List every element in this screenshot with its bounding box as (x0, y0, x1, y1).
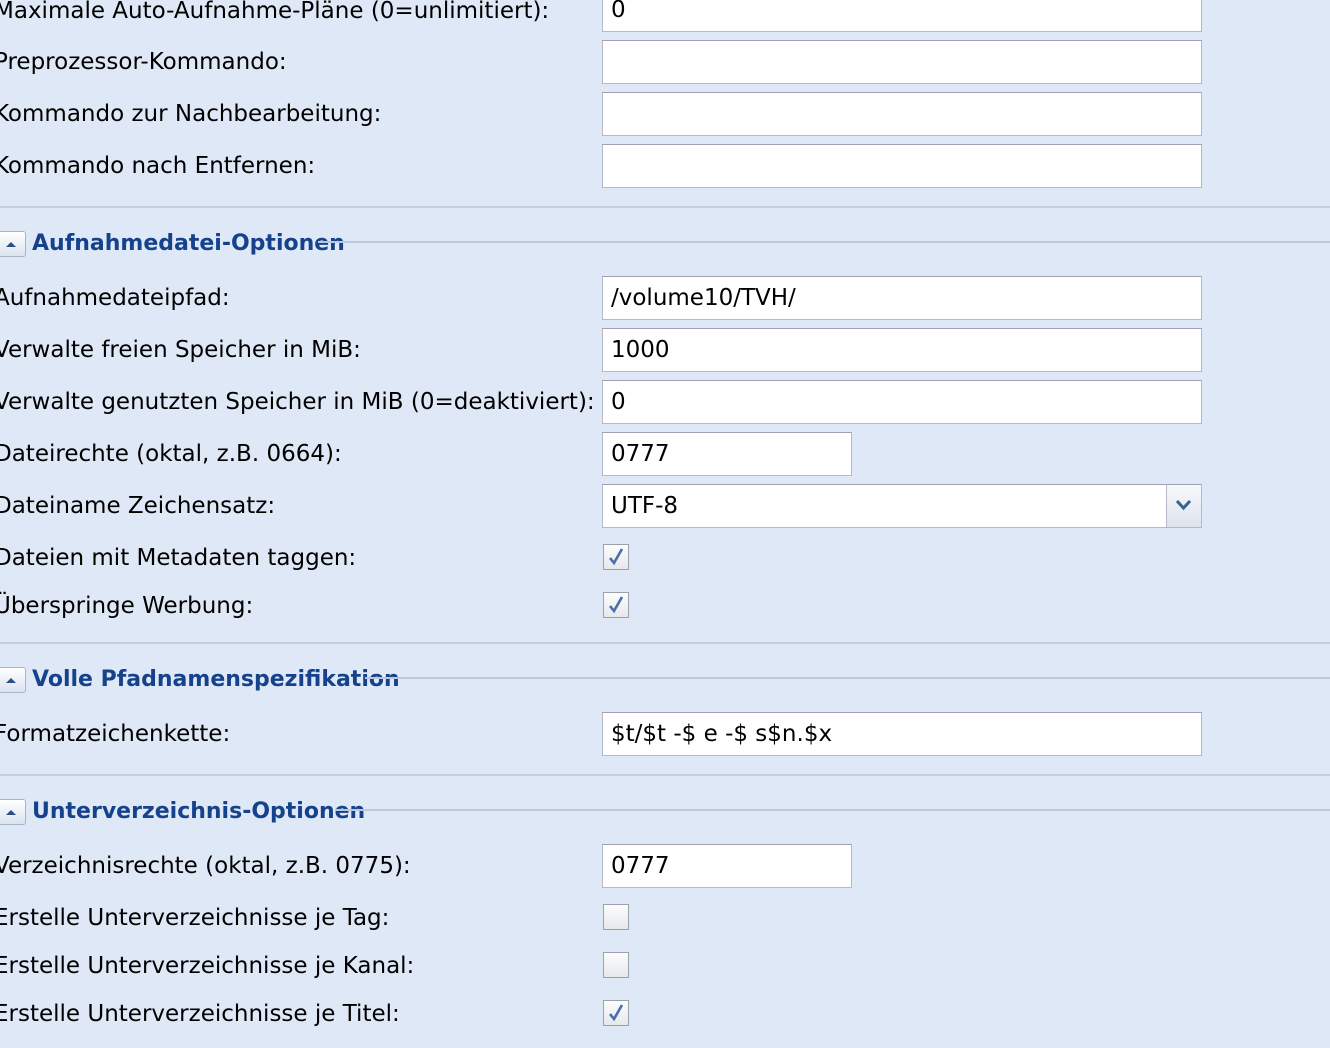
section-divider (0, 206, 1330, 208)
collapse-up-icon (6, 678, 16, 683)
format-string-input[interactable]: $t/$t -$ e -$ s$n.$x (602, 712, 1202, 756)
charset-select-trigger[interactable] (1166, 485, 1201, 527)
section-title-subdir: Unterverzeichnis-Optionen (32, 799, 366, 824)
tag-metadata-label: Dateien mit Metadaten taggen: (0, 545, 357, 571)
post-remove-label: Kommando nach Entfernen: (0, 153, 316, 179)
collapse-path-spec-button[interactable] (0, 667, 26, 693)
section-divider (0, 642, 1330, 644)
postprocessor-input[interactable] (602, 92, 1202, 136)
file-perms-input[interactable]: 0777 (602, 432, 852, 476)
checkmark-icon (608, 596, 624, 614)
skip-ads-label: Überspringe Werbung: (0, 593, 254, 619)
section-line (335, 809, 1330, 811)
per-title-label: Erstelle Unterverzeichnisse je Titel: (0, 1001, 400, 1027)
dir-perms-label: Verzeichnisrechte (oktal, z.B. 0775): (0, 853, 411, 879)
section-divider (0, 774, 1330, 776)
collapse-subdir-button[interactable] (0, 799, 26, 825)
max-auto-plans-label: Maximale Auto-Aufnahme-Pläne (0=unlimiti… (0, 0, 550, 24)
chevron-down-icon (1175, 499, 1192, 511)
section-line (318, 241, 1330, 243)
collapse-recording-file-button[interactable] (0, 231, 26, 257)
per-title-checkbox[interactable] (603, 1000, 629, 1026)
free-space-input[interactable]: 1000 (602, 328, 1202, 372)
post-remove-input[interactable] (602, 144, 1202, 188)
preprocessor-input[interactable] (602, 40, 1202, 84)
checkmark-icon (608, 1004, 624, 1022)
recording-path-label: Aufnahmedateipfad: (0, 285, 230, 311)
preprocessor-label: Preprozessor-Kommando: (0, 49, 287, 75)
per-channel-checkbox[interactable] (603, 952, 629, 978)
format-string-label: Formatzeichenkette: (0, 721, 231, 747)
postprocessor-label: Kommando zur Nachbearbeitung: (0, 101, 382, 127)
section-title-recording-file: Aufnahmedatei-Optionen (32, 231, 345, 256)
file-perms-label: Dateirechte (oktal, z.B. 0664): (0, 441, 342, 467)
checkmark-icon (608, 548, 624, 566)
collapse-up-icon (6, 242, 16, 247)
section-title-path-spec: Volle Pfadnamenspezifikation (32, 667, 400, 692)
section-line (365, 677, 1330, 679)
charset-select-value: UTF-8 (611, 493, 679, 519)
max-auto-plans-input[interactable]: 0 (602, 0, 1202, 32)
per-day-label: Erstelle Unterverzeichnisse je Tag: (0, 905, 390, 931)
used-space-input[interactable]: 0 (602, 380, 1202, 424)
free-space-label: Verwalte freien Speicher in MiB: (0, 337, 361, 363)
skip-ads-checkbox[interactable] (603, 592, 629, 618)
charset-select[interactable]: UTF-8 (602, 484, 1202, 528)
dir-perms-input[interactable]: 0777 (602, 844, 852, 888)
recording-path-input[interactable]: /volume10/TVH/ (602, 276, 1202, 320)
used-space-label: Verwalte genutzten Speicher in MiB (0=de… (0, 389, 595, 415)
collapse-up-icon (6, 810, 16, 815)
per-channel-label: Erstelle Unterverzeichnisse je Kanal: (0, 953, 415, 979)
charset-label: Dateiname Zeichensatz: (0, 493, 276, 519)
per-day-checkbox[interactable] (603, 904, 629, 930)
tag-metadata-checkbox[interactable] (603, 544, 629, 570)
